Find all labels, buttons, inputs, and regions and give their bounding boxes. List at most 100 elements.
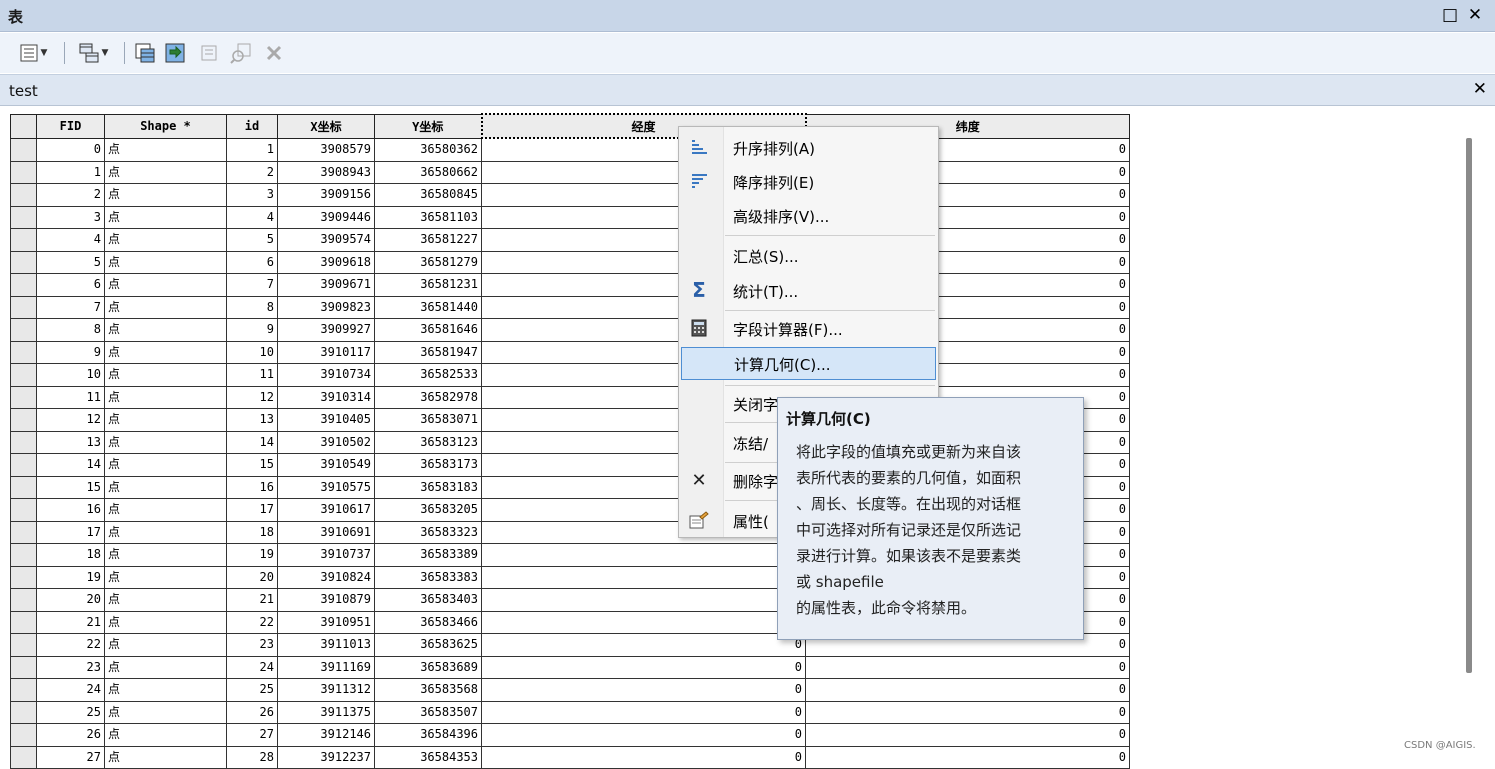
row-selector[interactable]	[10, 363, 37, 387]
table-cell[interactable]: 17	[226, 498, 278, 522]
table-cell[interactable]: 36583123	[374, 430, 482, 454]
row-selector[interactable]	[10, 318, 37, 342]
table-cell[interactable]: 点	[104, 745, 227, 769]
row-selector[interactable]	[10, 137, 37, 162]
table-cell[interactable]: 19	[36, 565, 105, 589]
table-cell[interactable]: 点	[104, 520, 227, 544]
table-cell[interactable]: 3910737	[277, 543, 375, 567]
table-cell[interactable]: 点	[104, 385, 227, 409]
table-cell[interactable]: 3910617	[277, 498, 375, 522]
table-cell[interactable]: 0	[481, 700, 806, 724]
table-cell[interactable]: 10	[226, 340, 278, 364]
table-cell[interactable]: 点	[104, 273, 227, 297]
table-cell[interactable]: 36583071	[374, 408, 482, 432]
table-cell[interactable]: 22	[36, 633, 105, 657]
table-cell[interactable]: 0	[805, 745, 1130, 769]
table-cell[interactable]: 6	[226, 250, 278, 274]
table-cell[interactable]: 24	[226, 655, 278, 679]
row-selector[interactable]	[10, 678, 37, 702]
table-row[interactable]: 4点539095743658122700	[10, 228, 1130, 252]
table-cell[interactable]: 17	[36, 520, 105, 544]
table-cell[interactable]: 点	[104, 340, 227, 364]
table-cell[interactable]: 3910405	[277, 408, 375, 432]
table-cell[interactable]: 0	[805, 655, 1130, 679]
table-cell[interactable]: 1	[36, 160, 105, 184]
table-cell[interactable]: 36583389	[374, 543, 482, 567]
table-cell[interactable]: 20	[36, 588, 105, 612]
column-header[interactable]: id	[226, 113, 278, 139]
table-cell[interactable]: 36580845	[374, 183, 482, 207]
restore-button[interactable]: □	[1440, 4, 1460, 26]
table-cell[interactable]: 7	[226, 273, 278, 297]
table-cell[interactable]: 1	[226, 137, 278, 162]
table-cell[interactable]: 点	[104, 183, 227, 207]
menu-item-summarize[interactable]: 汇总(S)...	[681, 240, 936, 270]
table-cell[interactable]: 8	[226, 295, 278, 319]
table-cell[interactable]: 36583205	[374, 498, 482, 522]
table-cell[interactable]: 36582978	[374, 385, 482, 409]
row-selector[interactable]	[10, 655, 37, 679]
table-cell[interactable]: 0	[36, 137, 105, 162]
table-cell[interactable]: 23	[226, 633, 278, 657]
table-cell[interactable]: 16	[36, 498, 105, 522]
table-cell[interactable]: 13	[226, 408, 278, 432]
row-selector[interactable]	[10, 205, 37, 229]
table-cell[interactable]: 0	[481, 655, 806, 679]
table-cell[interactable]: 22	[226, 610, 278, 634]
table-row[interactable]: 8点939099273658164600	[10, 318, 1130, 342]
table-cell[interactable]: 36581947	[374, 340, 482, 364]
table-cell[interactable]: 2	[226, 160, 278, 184]
table-cell[interactable]: 36583403	[374, 588, 482, 612]
row-selector[interactable]	[10, 588, 37, 612]
table-cell[interactable]: 点	[104, 160, 227, 184]
column-header[interactable]: X坐标	[277, 113, 375, 139]
row-selector[interactable]	[10, 453, 37, 477]
table-cell[interactable]: 点	[104, 363, 227, 387]
table-cell[interactable]: 2	[36, 183, 105, 207]
table-cell[interactable]: 9	[36, 340, 105, 364]
row-selector[interactable]	[10, 700, 37, 724]
table-cell[interactable]: 0	[481, 745, 806, 769]
table-cell[interactable]: 3909574	[277, 228, 375, 252]
switch-selection-button[interactable]	[162, 41, 188, 65]
table-cell[interactable]: 3911169	[277, 655, 375, 679]
table-cell[interactable]: 0	[481, 543, 806, 567]
table-row[interactable]: 24 点 25 3911312 36583568 0 0	[10, 678, 1130, 702]
table-cell[interactable]: 16	[226, 475, 278, 499]
related-tables-button[interactable]: ▼	[72, 41, 114, 65]
table-cell[interactable]: 点	[104, 475, 227, 499]
table-cell[interactable]: 点	[104, 318, 227, 342]
row-selector[interactable]	[10, 498, 37, 522]
table-options-button[interactable]: ▼	[12, 41, 54, 65]
row-selector[interactable]	[10, 250, 37, 274]
table-cell[interactable]: 点	[104, 250, 227, 274]
table-cell[interactable]: 25	[36, 700, 105, 724]
table-cell[interactable]: 36580362	[374, 137, 482, 162]
table-cell[interactable]: 3909446	[277, 205, 375, 229]
table-cell[interactable]: 0	[481, 723, 806, 747]
table-cell[interactable]: 36583183	[374, 475, 482, 499]
table-cell[interactable]: 36581227	[374, 228, 482, 252]
row-selector[interactable]	[10, 745, 37, 769]
table-cell[interactable]: 0	[481, 678, 806, 702]
row-selector[interactable]	[10, 385, 37, 409]
table-row[interactable]: 7点839098233658144000	[10, 295, 1130, 319]
table-row[interactable]: 27 点 28 3912237 36584353 0 0	[10, 745, 1130, 769]
table-cell[interactable]: 3910951	[277, 610, 375, 634]
menu-item-advanced-sort[interactable]: 高级排序(V)...	[681, 200, 936, 230]
row-selector[interactable]	[10, 295, 37, 319]
table-cell[interactable]: 36583568	[374, 678, 482, 702]
table-cell[interactable]: 36583689	[374, 655, 482, 679]
column-header[interactable]: FID	[36, 113, 105, 139]
table-row[interactable]: 25 点 26 3911375 36583507 0 0	[10, 700, 1130, 724]
table-row[interactable]: 6点739096713658123100	[10, 273, 1130, 297]
table-cell[interactable]: 3911375	[277, 700, 375, 724]
table-cell[interactable]: 20	[226, 565, 278, 589]
table-cell[interactable]: 19	[226, 543, 278, 567]
table-cell[interactable]: 3910691	[277, 520, 375, 544]
table-row[interactable]: 10点1139107343658253300	[10, 363, 1130, 387]
table-cell[interactable]: 点	[104, 498, 227, 522]
menu-item-sort-ascending[interactable]: 升序排列(A)	[681, 132, 936, 162]
table-cell[interactable]: 27	[36, 745, 105, 769]
table-cell[interactable]: 12	[36, 408, 105, 432]
